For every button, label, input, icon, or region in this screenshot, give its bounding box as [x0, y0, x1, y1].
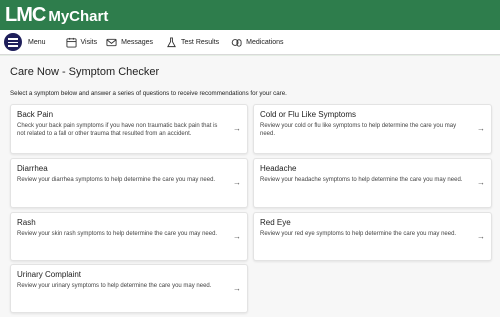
- symptom-card-red-eye[interactable]: Red Eye Review your red eye symptoms to …: [253, 212, 492, 261]
- pills-icon: [231, 37, 242, 48]
- nav-visits[interactable]: Visits: [65, 30, 98, 55]
- symptom-card-cold-flu[interactable]: Cold or Flu Like Symptoms Review your co…: [253, 104, 492, 154]
- hamburger-icon: [4, 33, 22, 51]
- app-header: LMC MyChart: [0, 0, 500, 30]
- nav-medications[interactable]: Medications: [231, 30, 284, 55]
- symptom-title: Cold or Flu Like Symptoms: [260, 110, 357, 119]
- menu-label: Menu: [28, 38, 46, 46]
- envelope-icon: [106, 37, 117, 48]
- symptom-card-headache[interactable]: Headache Review your headache symptoms t…: [253, 158, 492, 208]
- symptom-description: Review your skin rash symptoms to help d…: [17, 231, 218, 237]
- symptom-card-rash[interactable]: Rash Review your skin rash symptoms to h…: [10, 212, 248, 261]
- symptom-description: Review your headache symptoms to help de…: [260, 177, 463, 183]
- arrow-right-icon: →: [477, 178, 485, 187]
- logo-mark: LMC: [5, 4, 46, 26]
- symptom-card-diarrhea[interactable]: Diarrhea Review your diarrhea symptoms t…: [10, 158, 248, 208]
- symptom-title: Rash: [17, 218, 36, 227]
- arrow-right-icon: →: [233, 283, 241, 293]
- main-nav: Menu Visits Messages Test Results Medica…: [0, 30, 500, 55]
- nav-messages-label: Messages: [121, 38, 154, 46]
- arrow-right-icon: →: [477, 124, 485, 133]
- symptom-description: Review your red eye symptoms to help det…: [260, 231, 457, 237]
- arrow-right-icon: →: [233, 231, 241, 241]
- lmc-mychart-logo[interactable]: LMC MyChart: [5, 3, 108, 29]
- arrow-right-icon: →: [233, 178, 241, 187]
- nav-medications-label: Medications: [246, 38, 284, 46]
- symptom-card-urinary[interactable]: Urinary Complaint Review your urinary sy…: [10, 264, 248, 313]
- symptom-card-back-pain[interactable]: Back Pain Check your back pain symptoms …: [10, 104, 248, 154]
- symptom-title: Red Eye: [260, 218, 291, 227]
- symptom-title: Diarrhea: [17, 164, 48, 173]
- symptom-description: Review your diarrhea symptoms to help de…: [17, 177, 216, 183]
- page-intro: Select a symptom below and answer a seri…: [10, 90, 287, 97]
- menu-button[interactable]: Menu: [4, 30, 46, 55]
- nav-test-results-label: Test Results: [181, 38, 220, 46]
- arrow-right-icon: →: [233, 124, 241, 133]
- nav-visits-label: Visits: [80, 38, 98, 46]
- symptom-title: Back Pain: [17, 110, 54, 119]
- symptom-title: Headache: [260, 164, 297, 173]
- symptom-title: Urinary Complaint: [17, 270, 82, 279]
- flask-icon: [166, 36, 177, 48]
- page-title: Care Now - Symptom Checker: [10, 66, 160, 78]
- nav-test-results[interactable]: Test Results: [166, 30, 219, 55]
- main-content: Care Now - Symptom Checker Select a symp…: [0, 56, 500, 317]
- logo-product: MyChart: [48, 8, 109, 25]
- symptom-description: Review your cold or flu like symptoms to…: [260, 123, 457, 137]
- calendar-icon: [65, 37, 77, 48]
- nav-messages[interactable]: Messages: [106, 30, 153, 55]
- symptom-description: Review your urinary symptoms to help det…: [17, 283, 212, 289]
- arrow-right-icon: →: [477, 231, 485, 241]
- symptom-description: Check your back pain symptoms if you hav…: [17, 123, 218, 137]
